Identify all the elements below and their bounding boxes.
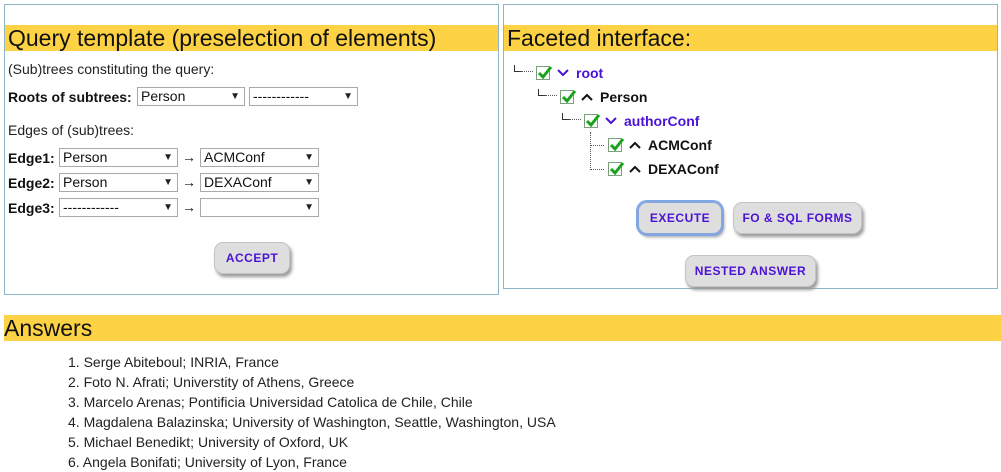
query-template-title: Query template (preselection of elements… [5,25,498,51]
query-template-panel: Query template (preselection of elements… [4,4,499,295]
accept-button[interactable]: ACCEPT [214,242,290,274]
chevron-down-icon[interactable] [556,69,570,77]
nested-answer-button[interactable]: NESTED ANSWER [685,255,816,287]
checkbox-checked-icon[interactable] [560,90,577,104]
edge3-arrow-icon: → [182,199,196,215]
checkbox-checked-icon[interactable] [608,162,625,176]
tree-node-authorconf[interactable]: authorConf [584,112,699,130]
tree-node-root[interactable]: root [536,64,603,82]
chevron-up-icon[interactable] [628,141,642,149]
tree-node-acmconf[interactable]: ACMConf [608,136,712,154]
edge2-arrow-icon: → [182,174,196,190]
tree-node-dexaconf[interactable]: DEXAConf [608,160,719,178]
chevron-down-icon: ▼ [304,177,314,188]
chevron-down-icon: ▼ [163,177,173,188]
tree-node-label[interactable]: DEXAConf [648,161,719,177]
list-item: 1. Serge Abiteboul; INRIA, France [68,354,279,370]
edge1-arrow-icon: → [182,149,196,165]
edge3-label: Edge3: [8,200,55,216]
answers-list: 1. Serge Abiteboul; INRIA, France 2. Fot… [68,352,556,472]
tree-connector-icon [514,65,521,72]
list-item: 3. Marcelo Arenas; Pontificia Universida… [68,394,473,410]
checkbox-checked-icon[interactable] [536,66,553,80]
edge1-to-select[interactable]: ACMConf ▼ [200,148,319,167]
subtrees-label: (Sub)trees constituting the query: [8,61,215,77]
tree-node-label[interactable]: root [576,65,603,81]
tree-node-label[interactable]: Person [600,89,647,105]
edge3-from-select[interactable]: ------------ ▼ [59,198,178,217]
chevron-down-icon: ▼ [343,91,353,102]
execute-button[interactable]: EXECUTE [636,200,724,236]
chevron-down-icon: ▼ [230,91,240,102]
answers-title: Answers [4,315,1001,341]
roots-label: Roots of subtrees: [8,89,132,105]
tree-connector-icon [538,89,545,96]
chevron-down-icon: ▼ [304,202,314,213]
root-select-2[interactable]: ------------ ▼ [249,87,358,106]
tree-node-label[interactable]: ACMConf [648,137,712,153]
edges-label: Edges of (sub)trees: [8,122,135,138]
checkbox-checked-icon[interactable] [608,138,625,152]
chevron-down-icon: ▼ [304,152,314,163]
list-item: 4. Magdalena Balazinska; University of W… [68,414,556,430]
faceted-interface-title: Faceted interface: [504,25,997,51]
chevron-down-icon[interactable] [604,117,618,125]
tree-node-person[interactable]: Person [560,88,647,106]
list-item: 2. Foto N. Afrati; Universtity of Athens… [68,374,355,390]
tree-node-label[interactable]: authorConf [624,113,699,129]
tree-connector-icon [562,113,569,120]
list-item: 5. Michael Benedikt; University of Oxfor… [68,434,349,450]
edge2-to-select[interactable]: DEXAConf ▼ [200,173,319,192]
fo-sql-forms-button[interactable]: FO & SQL FORMS [733,202,862,234]
edge3-to-select[interactable]: ▼ [200,198,319,217]
edge2-label: Edge2: [8,175,55,191]
edge2-from-select[interactable]: Person ▼ [59,173,178,192]
chevron-down-icon: ▼ [163,202,173,213]
chevron-down-icon: ▼ [163,152,173,163]
faceted-interface-panel: Faceted interface: root Person authorCon… [503,4,998,289]
list-item: 6. Angela Bonifati; University of Lyon, … [68,454,347,470]
edge1-label: Edge1: [8,150,55,166]
chevron-up-icon[interactable] [580,93,594,101]
edge1-from-select[interactable]: Person ▼ [59,148,178,167]
checkbox-checked-icon[interactable] [584,114,601,128]
chevron-up-icon[interactable] [628,165,642,173]
root-select-1[interactable]: Person ▼ [137,87,245,106]
